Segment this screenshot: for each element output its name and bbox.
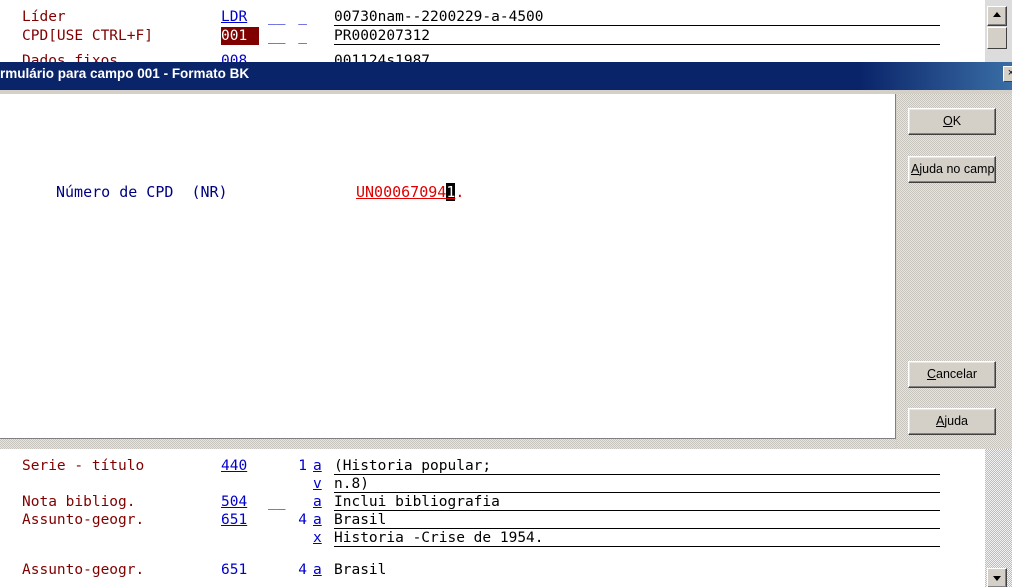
scroll-up-button[interactable] — [987, 6, 1007, 26]
ok-label: K — [952, 114, 962, 128]
marc-editor-bottom: Serie - título 440 1 a (Historia popular… — [0, 449, 985, 587]
subfield-code[interactable]: a — [313, 511, 322, 529]
field-value[interactable]: Inclui bibliografia — [334, 493, 500, 511]
ok-button[interactable]: OK — [908, 108, 996, 135]
indicator-2[interactable]: 4 — [293, 561, 307, 579]
field-value[interactable]: 00730nam--2200229-a-4500 — [334, 8, 544, 26]
field-value[interactable]: PR000207312 — [334, 27, 430, 45]
field-underline — [334, 44, 940, 45]
dialog-bottom-strip — [0, 439, 896, 449]
help-button[interactable]: Ajuda — [908, 408, 996, 435]
form-pane: Número de CPD (NR) UN000670941. — [0, 94, 896, 439]
field-label: Assunto-geogr. — [22, 512, 145, 528]
subfield-code[interactable]: v — [313, 475, 322, 493]
text-cursor: 1 — [446, 183, 456, 201]
field-value[interactable]: Historia -Crise de 1954. — [334, 529, 544, 547]
field-label: Líder — [22, 9, 66, 25]
cancel-accel: C — [926, 367, 937, 381]
field-tag[interactable]: 440 — [221, 457, 261, 475]
indicator-1[interactable]: __ — [268, 27, 288, 45]
ok-accel: O — [942, 114, 953, 128]
cancel-button[interactable]: Cancelar — [908, 361, 996, 388]
dialog-button-column — [897, 94, 1012, 449]
field-value[interactable]: 001124s1987 — [334, 52, 430, 62]
field-help-button[interactable]: Ajuda no campo — [908, 156, 996, 183]
field-tag[interactable]: 651 — [221, 561, 261, 579]
cpd-number-value[interactable]: UN00067094 — [356, 183, 446, 201]
indicator-2[interactable]: 4 — [293, 511, 307, 529]
field-underline — [334, 25, 940, 26]
field-label: Dados fixos — [22, 53, 119, 62]
field-value[interactable]: Brasil — [334, 511, 386, 529]
field-label: Serie - título — [22, 458, 145, 474]
dialog-titlebar[interactable]: rmulário para campo 001 - Formato BK × — [0, 62, 1012, 90]
marc-editor-top: Líder LDR __ _ 00730nam--2200229-a-4500 … — [0, 0, 985, 62]
close-icon[interactable]: × — [1003, 66, 1012, 82]
subfield-code[interactable]: x — [313, 529, 322, 547]
dialog-title: rmulário para campo 001 - Formato BK — [0, 66, 250, 81]
indicator-1[interactable]: __ — [268, 493, 288, 511]
arrow-up-icon — [993, 12, 1001, 17]
field-help-label: juda no campo — [919, 162, 996, 176]
indicator-2[interactable]: 1 — [293, 457, 307, 475]
field-tag-selected[interactable]: 001 — [221, 27, 259, 45]
subfield-code[interactable]: a — [313, 457, 322, 475]
field-tag[interactable]: LDR — [221, 8, 261, 26]
field-underline — [334, 474, 940, 475]
cancel-label: ancelar — [936, 367, 978, 381]
field-tag[interactable]: 504 — [221, 493, 261, 511]
indicator-2[interactable]: _ — [293, 27, 307, 45]
scroll-down-button[interactable] — [987, 568, 1007, 587]
indicator-2[interactable]: _ — [293, 8, 307, 26]
scrollbar-track-lower[interactable] — [985, 449, 1012, 587]
field-value[interactable]: (Historia popular; — [334, 457, 491, 475]
arrow-down-icon — [993, 576, 1001, 581]
cpd-number-input[interactable]: UN000670941. — [356, 183, 464, 201]
help-label: juda — [944, 414, 968, 428]
field-form-dialog: rmulário para campo 001 - Formato BK × N… — [0, 62, 1012, 449]
field-label: Nota bibliog. — [22, 494, 136, 510]
field-tag[interactable]: 008 — [221, 52, 261, 62]
indicator-1[interactable]: __ — [268, 8, 288, 26]
cpd-number-label: Número de CPD (NR) — [56, 183, 228, 201]
field-label: Assunto-geogr. — [22, 562, 145, 578]
field-underline — [334, 510, 940, 511]
subfield-code[interactable]: a — [313, 493, 322, 511]
field-tag[interactable]: 651 — [221, 511, 261, 529]
field-label: CPD[USE CTRL+F] — [22, 28, 153, 44]
field-value[interactable]: Brasil — [334, 561, 386, 579]
field-value[interactable]: n.8) — [334, 475, 369, 493]
subfield-code[interactable]: a — [313, 561, 322, 579]
scrollbar-thumb[interactable] — [987, 27, 1007, 49]
field-underline — [334, 546, 940, 547]
field-terminator: . — [455, 183, 465, 201]
